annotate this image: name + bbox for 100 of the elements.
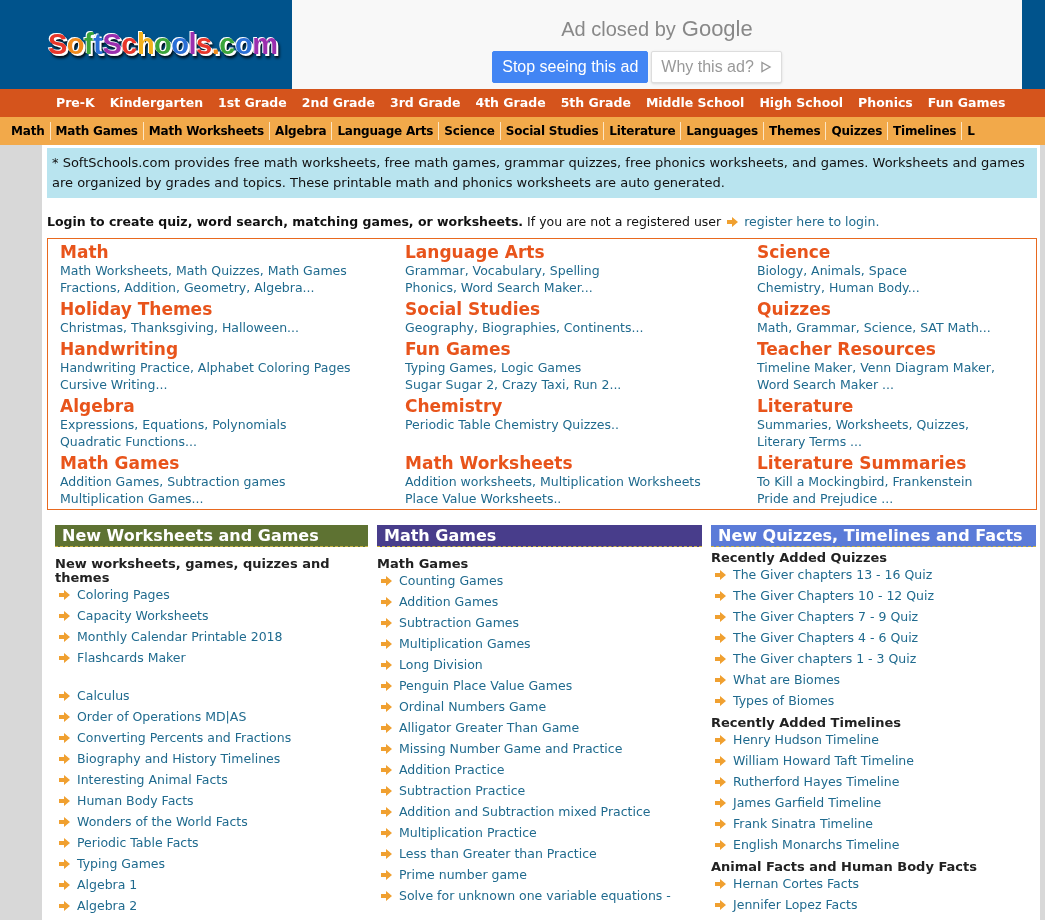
- topic-heading[interactable]: Science: [757, 241, 831, 262]
- list-link[interactable]: The Giver chapters 1 - 3 Quiz: [733, 649, 917, 669]
- list-link[interactable]: Calculus: [77, 686, 130, 706]
- list-link[interactable]: Interesting Animal Facts: [77, 770, 228, 790]
- list-link[interactable]: James Garfield Timeline: [733, 793, 882, 813]
- topic-heading[interactable]: Algebra: [60, 395, 135, 416]
- list-link[interactable]: Coloring Pages: [77, 585, 170, 605]
- list-link[interactable]: Prime number game: [399, 865, 527, 885]
- topic-links[interactable]: Place Value Worksheets..: [405, 489, 562, 507]
- subject-nav-link[interactable]: Quizzes: [831, 122, 883, 140]
- subject-nav-link[interactable]: Social Studies: [505, 122, 599, 140]
- list-link[interactable]: Henry Hudson Timeline: [733, 730, 879, 750]
- topic-links[interactable]: Literary Terms ...: [757, 432, 863, 450]
- list-link[interactable]: Less than Greater than Practice: [399, 844, 597, 864]
- list-link[interactable]: The Giver chapters 13 - 16 Quiz: [733, 565, 933, 585]
- topic-links[interactable]: Biology, Animals, Space: [757, 261, 907, 279]
- list-link[interactable]: Human Body Facts: [77, 791, 194, 811]
- grade-nav-link[interactable]: Pre-K: [56, 93, 95, 113]
- list-link[interactable]: Rutherford Hayes Timeline: [733, 772, 900, 792]
- subject-nav-link[interactable]: Math Games: [55, 122, 138, 140]
- grade-nav-link[interactable]: 5th Grade: [560, 93, 631, 113]
- list-link[interactable]: Ordinal Numbers Game: [399, 697, 547, 717]
- list-link[interactable]: Addition and Subtraction mixed Practice: [399, 802, 651, 822]
- list-link[interactable]: Biography and History Timelines: [77, 749, 281, 769]
- register-link[interactable]: register here to login.: [744, 213, 880, 232]
- list-link[interactable]: Long Division: [399, 655, 483, 675]
- topic-links[interactable]: Fractions, Addition, Geometry, Algebra...: [60, 278, 315, 296]
- list-link[interactable]: Subtraction Practice: [399, 781, 526, 801]
- grade-nav-link[interactable]: 4th Grade: [475, 93, 546, 113]
- topic-links[interactable]: Multiplication Games...: [60, 489, 204, 507]
- subject-nav-link[interactable]: Languages: [686, 122, 758, 140]
- topic-links[interactable]: Expressions, Equations, Polynomials: [60, 415, 287, 433]
- list-link[interactable]: Algebra 2: [77, 896, 138, 916]
- list-link[interactable]: Frank Sinatra Timeline: [733, 814, 874, 834]
- subject-nav-link[interactable]: Algebra: [275, 122, 327, 140]
- subject-nav-link[interactable]: Literature: [609, 122, 676, 140]
- topic-links[interactable]: Timeline Maker, Venn Diagram Maker,: [757, 358, 995, 376]
- topic-links[interactable]: Phonics, Word Search Maker...: [405, 278, 593, 296]
- grade-nav-link[interactable]: Phonics: [858, 93, 913, 113]
- subject-nav-link[interactable]: Science: [444, 122, 495, 140]
- topic-links[interactable]: Geography, Biographies, Continents...: [405, 318, 644, 336]
- list-link[interactable]: Addition Practice: [399, 760, 505, 780]
- list-link[interactable]: Alligator Greater Than Game: [399, 718, 580, 738]
- list-link[interactable]: What are Biomes: [733, 670, 841, 690]
- list-link[interactable]: Jennifer Lopez Facts: [733, 895, 858, 915]
- list-link[interactable]: Missing Number Game and Practice: [399, 739, 623, 759]
- topic-links[interactable]: Typing Games, Logic Games: [405, 358, 582, 376]
- topic-links[interactable]: Cursive Writing...: [60, 375, 168, 393]
- list-link[interactable]: Typing Games: [77, 854, 166, 874]
- list-link[interactable]: Wonders of the World Facts: [77, 812, 248, 832]
- grade-nav-link[interactable]: Fun Games: [927, 93, 1006, 113]
- list-link[interactable]: The Giver Chapters 10 - 12 Quiz: [733, 586, 935, 606]
- ad-button[interactable]: Stop seeing this ad: [492, 51, 649, 83]
- grade-nav-link[interactable]: 1st Grade: [218, 93, 287, 113]
- topic-links[interactable]: Pride and Prejudice ...: [757, 489, 894, 507]
- list-link[interactable]: Addition Games: [399, 592, 499, 612]
- list-link[interactable]: Multiplication Games: [399, 634, 531, 654]
- topic-links[interactable]: Periodic Table Chemistry Quizzes..: [405, 415, 619, 433]
- topic-heading[interactable]: Teacher Resources: [757, 338, 936, 359]
- topic-links[interactable]: Grammar, Vocabulary, Spelling: [405, 261, 600, 279]
- list-link[interactable]: William Howard Taft Timeline: [733, 751, 914, 771]
- topic-links[interactable]: Addition worksheets, Multiplication Worksheets: [405, 472, 701, 490]
- topic-heading[interactable]: Chemistry: [405, 395, 503, 416]
- list-link[interactable]: The Giver Chapters 7 - 9 Quiz: [733, 607, 919, 627]
- topic-links[interactable]: Christmas, Thanksgiving, Halloween...: [60, 318, 300, 336]
- list-link[interactable]: Capacity Worksheets: [77, 606, 209, 626]
- topic-heading[interactable]: Math Games: [60, 452, 180, 473]
- topic-links[interactable]: Math Worksheets, Math Quizzes, Math Games: [60, 261, 347, 279]
- list-link[interactable]: Types of Biomes: [733, 691, 835, 711]
- topic-links[interactable]: Math, Grammar, Science, SAT Math...: [757, 318, 991, 336]
- topic-heading[interactable]: Language Arts: [405, 241, 545, 262]
- topic-links[interactable]: Addition Games, Subtraction games: [60, 472, 286, 490]
- subject-nav-link[interactable]: L: [967, 122, 975, 140]
- list-link[interactable]: English Monarchs Timeline: [733, 835, 900, 855]
- list-link[interactable]: The Giver Chapters 4 - 6 Quiz: [733, 628, 919, 648]
- list-link[interactable]: Hernan Cortes Facts: [733, 874, 860, 894]
- list-link[interactable]: Counting Games: [399, 571, 504, 591]
- list-link[interactable]: Solve for unknown one variable equations -: [399, 886, 671, 906]
- list-link[interactable]: Monthly Calendar Printable 2018: [77, 627, 283, 647]
- site-logo[interactable]: SoftSchools.com: [48, 22, 278, 67]
- list-link[interactable]: Flashcards Maker: [77, 648, 186, 668]
- topic-heading[interactable]: Math: [60, 241, 109, 262]
- subject-nav-link[interactable]: Themes: [768, 122, 821, 140]
- topic-heading[interactable]: Literature Summaries: [757, 452, 967, 473]
- list-link[interactable]: Order of Operations MD|AS: [77, 707, 247, 727]
- topic-links[interactable]: Quadratic Functions...: [60, 432, 197, 450]
- topic-heading[interactable]: Literature: [757, 395, 854, 416]
- subject-nav-link[interactable]: Timelines: [893, 122, 957, 140]
- topic-links[interactable]: Chemistry, Human Body...: [757, 278, 920, 296]
- topic-heading[interactable]: Social Studies: [405, 298, 541, 319]
- topic-links[interactable]: To Kill a Mockingbird, Frankenstein: [757, 472, 973, 490]
- topic-links[interactable]: Sugar Sugar 2, Crazy Taxi, Run 2...: [405, 375, 622, 393]
- topic-links[interactable]: Handwriting Practice, Alphabet Coloring Pages: [60, 358, 351, 376]
- topic-heading[interactable]: Math Worksheets: [405, 452, 573, 473]
- grade-nav-link[interactable]: 2nd Grade: [301, 93, 375, 113]
- list-link[interactable]: Multiplication Practice: [399, 823, 537, 843]
- subject-nav-link[interactable]: Math: [11, 122, 45, 140]
- subject-nav-link[interactable]: Math Worksheets: [148, 122, 265, 140]
- list-link[interactable]: Converting Percents and Fractions: [77, 728, 292, 748]
- topic-links[interactable]: Word Search Maker ...: [757, 375, 894, 393]
